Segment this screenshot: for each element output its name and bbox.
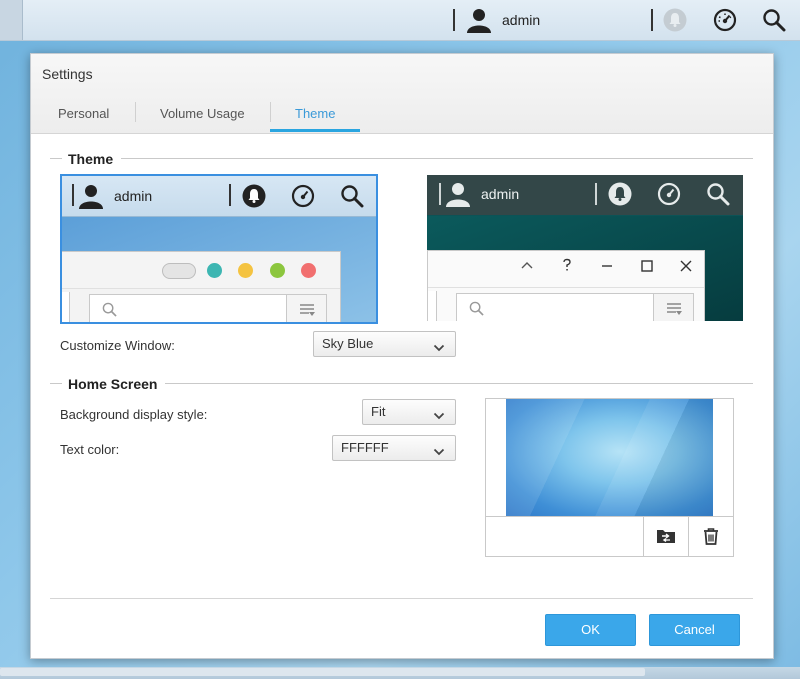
window-teal-dot [207,263,222,278]
chevron-down-icon [433,406,445,430]
customize-window-select[interactable]: Sky Blue [313,331,456,357]
background-preview-box [485,398,734,557]
cancel-button[interactable]: Cancel [649,614,740,646]
ok-button[interactable]: OK [545,614,636,646]
taskbar-username[interactable]: admin [502,11,540,29]
customize-window-label: Customize Window: [60,338,175,353]
filter-list-icon [286,295,326,322]
delete-background-button[interactable] [688,517,733,557]
text-color-value: FFFFFF [341,440,389,455]
search-icon [102,302,117,320]
trash-icon [702,527,720,548]
tab-volume-usage[interactable]: Volume Usage [160,106,245,121]
theme-preview-sky-blue[interactable]: admin [60,174,378,324]
chevron-down-icon [433,442,445,466]
tab-theme[interactable]: Theme [295,106,335,121]
preview-sidebar-edge [62,292,70,322]
chevron-down-icon [433,338,445,362]
active-tab-indicator [270,129,360,132]
section-divider [165,383,753,384]
preview-desktop [427,216,743,321]
change-background-button[interactable] [643,517,688,557]
preview-search-field [456,293,694,321]
text-color-label: Text color: [60,442,120,457]
taskbar-separator [651,9,653,31]
taskbar-separator [453,9,455,31]
search-icon [340,184,364,211]
chevron-up-icon [520,259,534,276]
dashboard-gauge-icon[interactable] [712,7,738,33]
desktop-taskbar: admin [0,0,800,41]
preview-window-titlebar [62,252,340,289]
background-tools [486,516,733,557]
background-style-value: Fit [371,404,386,419]
search-icon [469,301,484,319]
preview-desktop [62,217,376,322]
preview-separator [72,184,74,206]
window-green-dot [270,263,285,278]
user-icon [445,181,471,210]
preview-separator [595,183,597,205]
home-screen-section-title: Home Screen [68,376,158,392]
section-divider [121,158,753,159]
dashboard-gauge-icon [657,182,681,209]
close-icon [679,259,693,276]
notification-bell-icon [608,182,632,209]
tab-separator [135,102,136,122]
background-image-preview [506,399,713,516]
background-style-select[interactable]: Fit [362,399,456,425]
text-color-select[interactable]: FFFFFF [332,435,456,461]
background-style-label: Background display style: [60,407,208,422]
theme-preview-dark-teal[interactable]: admin [427,175,743,321]
search-icon [706,182,730,209]
search-icon[interactable] [761,7,787,33]
notification-bell-icon[interactable] [662,7,688,33]
dialog-header: Settings Personal Volume Usage Theme [31,54,773,134]
settings-dialog: Settings Personal Volume Usage Theme The… [30,53,774,659]
user-icon[interactable] [465,7,493,33]
window-yellow-dot [238,263,253,278]
background-image-texture [506,399,713,516]
preview-window [427,250,705,321]
preview-username: admin [114,188,153,204]
filter-list-icon [653,294,693,321]
window-red-dot [301,263,316,278]
dashboard-gauge-icon [291,184,315,211]
preview-taskbar: admin [427,175,743,215]
preview-window-titlebar [428,251,704,288]
theme-section-title: Theme [68,151,114,167]
preview-separator [439,183,441,205]
footer-divider [50,598,753,599]
maximize-icon [640,259,654,276]
customize-window-value: Sky Blue [322,336,374,351]
user-icon [78,183,104,212]
horizontal-scrollbar[interactable] [0,668,645,676]
dialog-title: Settings [42,66,93,82]
tab-separator [270,102,271,122]
taskbar-left-stub [0,0,23,40]
help-icon [560,258,574,275]
preview-window [62,251,341,322]
window-pill-control [162,263,196,279]
notification-bell-icon [242,184,266,211]
section-divider [50,158,62,159]
preview-username: admin [481,186,520,202]
preview-sidebar-edge [428,291,437,321]
folder-transfer-icon [656,528,676,547]
preview-search-field [89,294,327,322]
minimize-icon [600,259,614,276]
tab-personal[interactable]: Personal [58,106,109,121]
preview-separator [229,184,231,206]
preview-taskbar: admin [62,176,376,217]
section-divider [50,383,62,384]
